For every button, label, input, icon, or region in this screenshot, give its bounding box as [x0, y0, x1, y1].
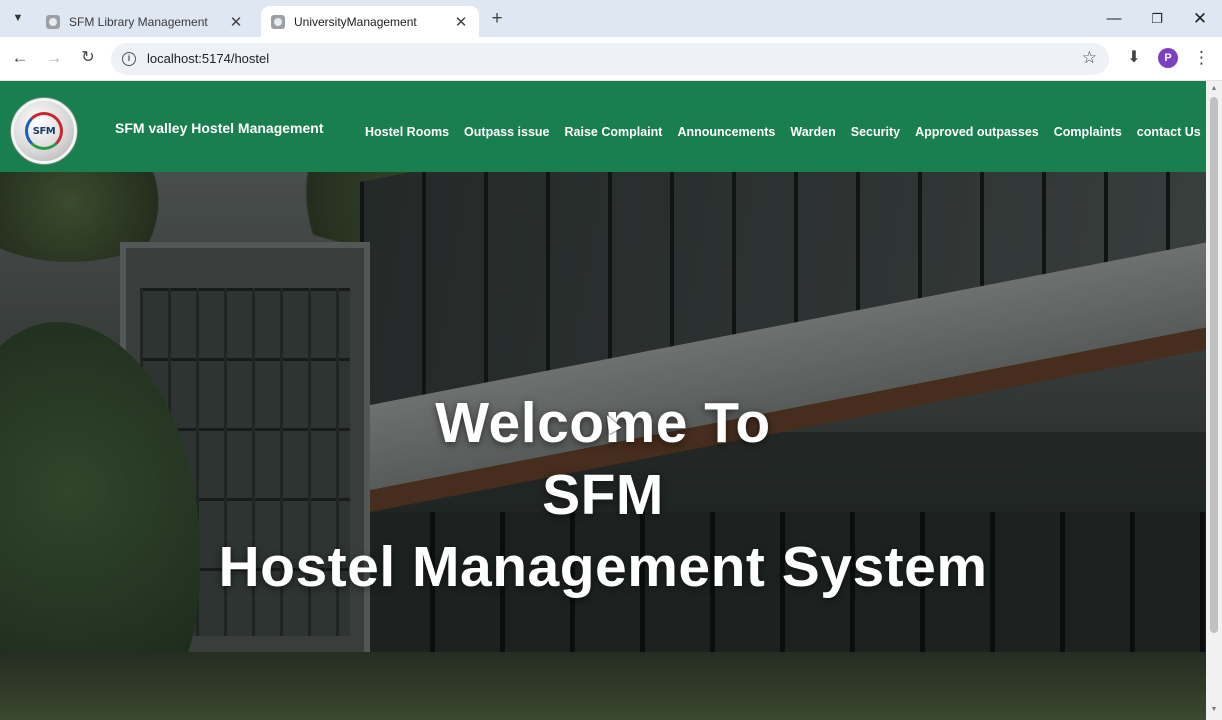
tab-close-icon[interactable]: ✕ [453, 13, 469, 31]
nav-link-contact-us[interactable]: contact Us [1137, 125, 1201, 139]
tab-title: UniversityManagement [294, 14, 417, 29]
hero-line-system: Hostel Management System [218, 535, 988, 599]
nav-link-approved-outpasses[interactable]: Approved outpasses [915, 125, 1039, 139]
bookmark-star-icon[interactable]: ☆ [1082, 48, 1097, 68]
forward-arrow-icon[interactable]: → [43, 47, 65, 69]
nav-link-outpass-issue[interactable]: Outpass issue [464, 125, 549, 139]
reload-icon[interactable]: ↻ [77, 47, 99, 69]
browser-menu-icon[interactable]: ⋮ [1193, 47, 1210, 69]
hero-section: Welcome To SFM Hostel Management System [0, 172, 1206, 720]
nav-link-announcements[interactable]: Announcements [677, 125, 775, 139]
tab-title: SFM Library Management [69, 14, 208, 29]
nav-link-warden[interactable]: Warden [790, 125, 835, 139]
nav-link-complaints[interactable]: Complaints [1054, 125, 1122, 139]
browser-toolbar: ← → ↻ i localhost:5174/hostel ☆ [0, 37, 1222, 81]
page-viewport: SFM SFM valley Hostel Management Hostel … [0, 81, 1206, 720]
site-navbar: SFM SFM valley Hostel Management Hostel … [0, 81, 1206, 172]
nav-link-raise-complaint[interactable]: Raise Complaint [565, 125, 663, 139]
url-text[interactable]: localhost:5174/hostel [147, 51, 269, 66]
scroll-down-arrow-icon[interactable]: ▼ [1209, 706, 1219, 716]
nav-link-security[interactable]: Security [851, 125, 900, 139]
scroll-up-arrow-icon[interactable]: ▲ [1209, 85, 1219, 95]
back-arrow-icon[interactable]: ← [9, 47, 31, 69]
site-title: SFM valley Hostel Management [115, 120, 324, 136]
nav-link-hostel-rooms[interactable]: Hostel Rooms [365, 125, 449, 139]
tab-search-icon[interactable]: ▼ [7, 7, 29, 29]
page-scrollbar[interactable]: ▲ ▼ [1206, 81, 1222, 720]
scrollbar-thumb[interactable] [1210, 97, 1218, 633]
profile-avatar[interactable]: P [1158, 48, 1178, 68]
tab-sfm-library[interactable]: SFM Library Management ✕ [36, 6, 254, 37]
logo-text: SFM [32, 125, 56, 137]
site-info-icon[interactable]: i [122, 52, 136, 66]
window-restore-icon[interactable]: ❐ [1144, 6, 1170, 32]
tab-favicon-icon [271, 14, 285, 29]
tab-strip: ▼ SFM Library Management ✕ UniversityMan… [0, 0, 1222, 37]
main-nav: Hostel Rooms Outpass issue Raise Complai… [365, 125, 1201, 139]
address-bar[interactable]: i localhost:5174/hostel ☆ [111, 43, 1109, 75]
window-close-icon[interactable]: ✕ [1187, 6, 1213, 32]
logo-emblem-icon: SFM [25, 112, 63, 150]
new-tab-plus-icon[interactable]: + [486, 8, 508, 30]
site-logo[interactable]: SFM [11, 98, 77, 164]
hero-line-sfm: SFM [542, 463, 664, 527]
window-minimize-icon[interactable]: — [1101, 6, 1127, 32]
tab-university-management[interactable]: UniversityManagement ✕ [261, 6, 479, 37]
download-icon[interactable]: ⬇ [1123, 47, 1145, 69]
tab-favicon-icon [46, 14, 60, 29]
tab-close-icon[interactable]: ✕ [228, 13, 244, 31]
